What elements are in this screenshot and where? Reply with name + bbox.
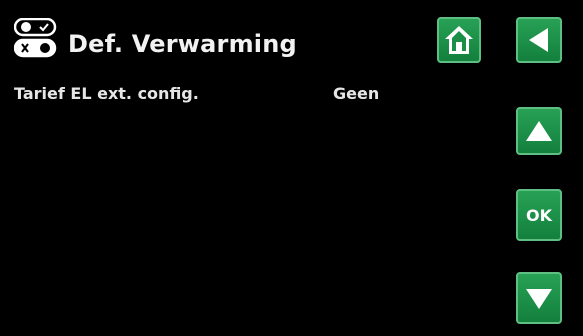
setting-label[interactable]: Tarief EL ext. config. <box>14 84 199 103</box>
display-screen: Def. Verwarming Tarief EL ext. config. G… <box>0 0 583 336</box>
arrow-up-icon <box>524 116 554 146</box>
setting-value[interactable]: Geen <box>333 84 379 103</box>
arrow-down-icon <box>524 283 554 313</box>
down-button[interactable] <box>516 272 562 324</box>
arrow-left-icon <box>524 25 554 55</box>
ok-button[interactable]: OK <box>516 189 562 241</box>
home-icon <box>442 23 476 57</box>
up-button[interactable] <box>516 107 562 155</box>
toggle-switches-icon <box>13 17 60 58</box>
home-button[interactable] <box>437 17 481 63</box>
page-title: Def. Verwarming <box>68 30 297 58</box>
ok-label: OK <box>526 205 552 225</box>
back-button[interactable] <box>516 17 562 63</box>
